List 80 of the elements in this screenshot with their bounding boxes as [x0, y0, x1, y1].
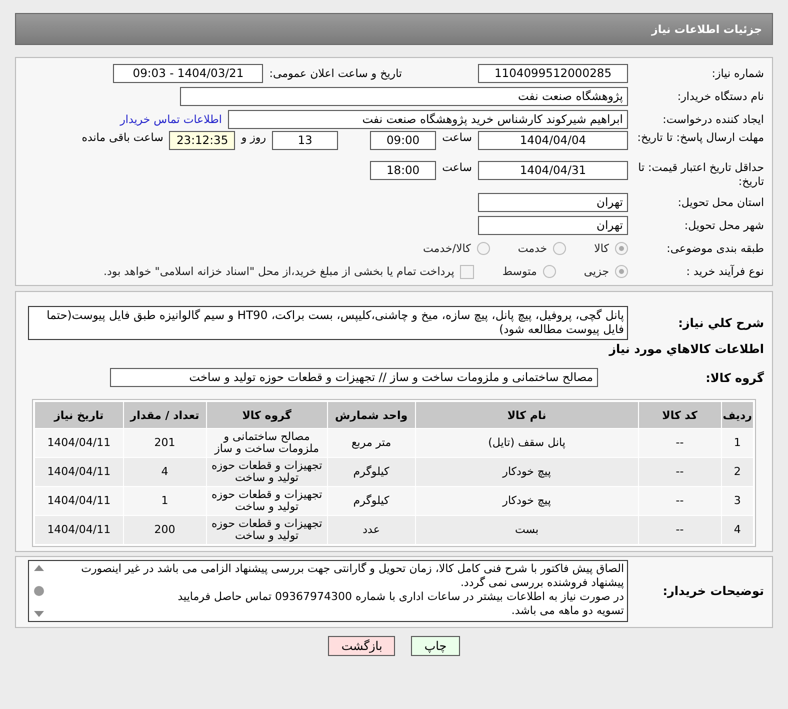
reply-time-field: 09:00 [370, 131, 436, 150]
table-cell: مصالح ساختمانی و ملزومات ساخت و ساز [206, 429, 327, 457]
field-label: ساعت [442, 131, 472, 145]
table-cell: پیچ خودکار [416, 458, 638, 486]
section-title: اطلاعات كالاهاي مورد نياز [608, 341, 764, 358]
table-cell: 1 [124, 487, 206, 515]
table-cell: تجهیزات و قطعات حوزه تولید و ساخت [206, 487, 327, 515]
field-label: نوع فرآیند خرید : [685, 265, 764, 278]
announce-date-field: 1404/03/21 - 09:03 [113, 64, 264, 83]
validity-time-field: 18:00 [370, 161, 436, 180]
table-cell: متر مربع [328, 429, 415, 457]
note-line: تسویه دو ماهه می باشد. [510, 604, 624, 618]
remaining-time-field: 23:12:35 [169, 131, 236, 150]
table-cell: 200 [124, 516, 206, 544]
table-cell: عدد [328, 516, 415, 544]
column-header: تاریخ نیاز [35, 402, 123, 428]
field-label: طبقه بندی موضوعی: [666, 242, 764, 255]
column-header: گروه کالا [206, 402, 327, 428]
process-radio[interactable]: متوسط [502, 265, 556, 278]
goods-group-field: مصالح ساختمانی و ملزومات ساخت و ساز // تجهیزات و قطعات حوزه تولید و ساخت [110, 368, 598, 387]
table-cell: تجهیزات و قطعات حوزه تولید و ساخت [206, 458, 327, 486]
table-cell: 2 [722, 458, 753, 486]
column-header: تعداد / مقدار [124, 402, 206, 428]
table-cell: پانل سقف (تایل) [416, 429, 638, 457]
field-label: مهلت ارسال پاسخ: تا تاریخ: [636, 131, 764, 145]
action-button[interactable]: چاپ [411, 636, 460, 656]
action-button[interactable]: بازگشت [328, 636, 396, 656]
field-label: حداقل تاریخ اعتبار قیمت: تا تاریخ: [637, 161, 764, 189]
field-label: روز و [241, 131, 266, 145]
payment-checkbox[interactable]: پرداخت تمام یا بخشی از مبلغ خرید،از محل "اسناد خزانه اسلامی" خواهد بود. [104, 264, 474, 278]
table-cell: -- [638, 516, 721, 544]
field-label: ساعت باقی مانده [82, 131, 164, 145]
table-cell: -- [638, 487, 721, 515]
field-label: شهر محل تحویل: [683, 219, 764, 232]
table-cell: کیلوگرم [328, 487, 415, 515]
reply-date-field: 1404/04/04 [478, 131, 628, 150]
column-header: کد کالا [638, 402, 721, 428]
table-cell: بست [416, 516, 638, 544]
table-cell: 201 [124, 429, 206, 457]
field-label: شرح كلي نياز: [677, 316, 764, 330]
province-field: تهران [478, 193, 628, 212]
table-cell: 3 [722, 487, 753, 515]
table-cell: کیلوگرم [328, 458, 415, 486]
creator-field: ابراهیم شیرکوند کارشناس خرید پژوهشگاه صنعت نفت [228, 110, 628, 129]
process-radio[interactable]: جزیی [584, 265, 628, 278]
table-cell: پیچ خودکار [416, 487, 638, 515]
category-radio[interactable]: کالا/خدمت [423, 242, 490, 255]
table-cell: 1404/04/11 [35, 487, 123, 515]
column-header: واحد شمارش [328, 402, 415, 428]
table-cell: 4 [124, 458, 206, 486]
table-cell: 1 [722, 429, 753, 457]
validity-date-field: 1404/04/31 [478, 161, 628, 180]
table-cell: 1404/04/11 [35, 516, 123, 544]
field-label: گروه كالا: [704, 370, 764, 384]
field-label: ایجاد کننده درخواست: [662, 113, 764, 126]
need-number-field: 1104099512000285 [478, 64, 628, 83]
buyer-contact-link[interactable]: اطلاعات تماس خریدار [120, 113, 222, 126]
note-line: الصاق پیش فاکتور با شرح فنی کامل کالا، زمان تحویل و گارانتی جهت بررسی پیشنهاد الزامی می باشد در غیر اینصورت پیشنهاد فروشنده بررسی نمی گردد. [80, 562, 624, 590]
table-cell: -- [638, 458, 721, 486]
field-label: توضیحات خریدار: [662, 584, 764, 598]
field-label: ساعت [442, 161, 472, 175]
field-label: تاریخ و ساعت اعلان عمومی: [269, 67, 402, 80]
description-field: پانل گچی، پروفیل، پیچ پانل، پیچ سازه، میخ و چاشنی،کلیپس، بست براکت، HT90 و سیم گالوانیزه طبق فایل پیوست(حتما فایل پیوست مطالعه شود) [28, 306, 628, 340]
column-header: نام کالا [416, 402, 638, 428]
city-field: تهران [478, 216, 628, 235]
field-label: نام دستگاه خریدار: [676, 90, 764, 103]
page-title: جزئیات اطلاعات نیاز [652, 22, 762, 36]
buyer-org-field: پژوهشگاه صنعت نفت [180, 87, 628, 106]
field-label: شماره نیاز: [710, 67, 764, 80]
table-cell: 4 [722, 516, 753, 544]
table-cell: تجهیزات و قطعات حوزه تولید و ساخت [206, 516, 327, 544]
category-radio[interactable]: کالا [594, 242, 628, 255]
note-line: در صورت نیاز به اطلاعات بیشتر در ساعات اداری با شماره 09367974300 تماس حاصل فرمایید [176, 590, 624, 604]
column-header: ردیف [722, 402, 753, 428]
days-field: 13 [272, 131, 338, 150]
field-label: استان محل تحویل: [676, 196, 764, 209]
table-cell: 1404/04/11 [35, 458, 123, 486]
table-cell: 1404/04/11 [35, 429, 123, 457]
table-cell: -- [638, 429, 721, 457]
category-radio[interactable]: خدمت [518, 242, 566, 255]
